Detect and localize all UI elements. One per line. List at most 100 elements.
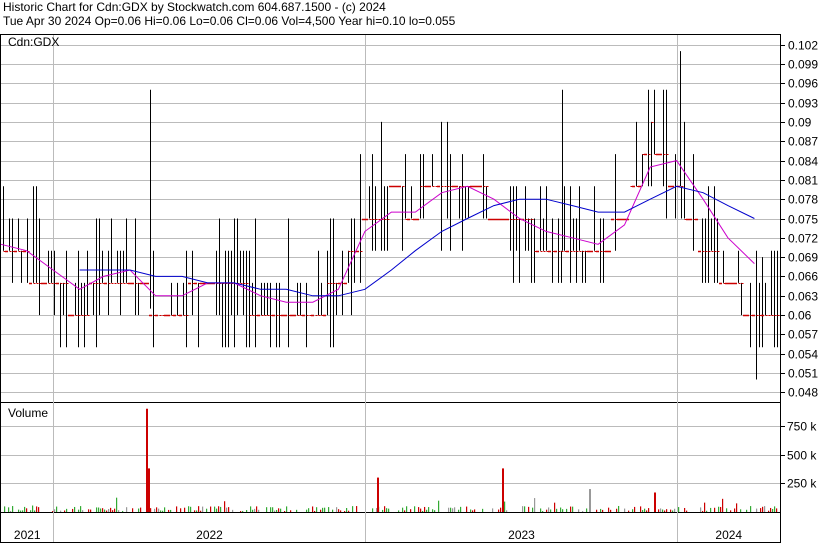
volume-bar <box>140 507 142 512</box>
volume-bar <box>710 507 712 512</box>
volume-bars <box>4 408 778 512</box>
volume-bar <box>106 510 108 512</box>
volume-bar <box>420 508 422 512</box>
volume-bar <box>220 506 222 512</box>
price-tick-label: 0.054 <box>788 348 818 362</box>
volume-bar-notable <box>589 489 591 512</box>
volume-bar <box>180 508 182 512</box>
volume-bar <box>632 509 634 512</box>
volume-bar-notable <box>502 468 504 512</box>
volume-bar <box>88 509 90 512</box>
volume-bar <box>194 510 196 512</box>
volume-bar <box>714 507 716 512</box>
volume-bar <box>96 507 98 512</box>
volume-bar <box>198 506 200 512</box>
volume-bar <box>608 507 610 512</box>
volume-bar <box>532 507 534 512</box>
volume-tick-label: 250 k <box>787 477 817 491</box>
volume-panel-label: Volume <box>8 406 48 420</box>
volume-bar <box>548 507 550 512</box>
price-tick-label: 0.051 <box>788 367 818 381</box>
volume-bar <box>104 509 106 512</box>
volume-bar <box>80 506 82 512</box>
volume-bar <box>352 506 354 512</box>
volume-bar <box>662 509 664 512</box>
volume-bar <box>256 506 258 512</box>
volume-bar <box>34 510 36 512</box>
price-tick-label: 0.09 <box>788 116 812 130</box>
volume-bar <box>32 505 34 512</box>
volume-bar <box>506 510 508 512</box>
volume-bar <box>646 510 648 512</box>
chart-svg: 0.102 0.099 0.096 0.093 0.09 0.087 0.084 0.081 0… <box>0 34 818 543</box>
volume-bar <box>286 506 288 512</box>
volume-bar <box>340 510 342 512</box>
volume-bar <box>684 507 686 512</box>
volume-bar <box>150 508 152 512</box>
volume-bar <box>492 508 494 512</box>
volume-bar <box>582 511 584 512</box>
price-tick-label: 0.087 <box>788 135 818 149</box>
volume-bar <box>700 507 702 512</box>
volume-bar <box>572 506 574 512</box>
volume-bar <box>542 511 544 512</box>
volume-bar <box>90 509 92 512</box>
volume-bar <box>660 508 662 512</box>
price-tick-label: 0.048 <box>788 386 818 400</box>
volume-bar <box>642 510 644 512</box>
volume-bar <box>522 506 524 512</box>
volume-bar <box>466 506 468 512</box>
volume-bar <box>296 509 298 512</box>
volume-bar <box>30 510 32 512</box>
volume-bar <box>628 510 630 512</box>
volume-bar <box>54 509 56 512</box>
price-tick-label: 0.075 <box>788 213 818 227</box>
volume-bar <box>284 511 286 512</box>
volume-bar <box>406 506 408 512</box>
volume-bar <box>664 510 666 512</box>
volume-bar <box>704 502 706 512</box>
volume-bar <box>24 506 26 512</box>
volume-bar <box>762 506 764 512</box>
volume-bar <box>156 507 158 512</box>
volume-bar <box>82 510 84 512</box>
volume-bar <box>100 508 102 512</box>
volume-bar <box>78 509 80 512</box>
volume-bar <box>196 510 198 512</box>
volume-tick-label: 500 k <box>787 449 817 463</box>
volume-bar <box>200 510 202 512</box>
volume-bar <box>550 509 552 512</box>
volume-bar <box>402 507 404 512</box>
volume-bar <box>454 507 456 512</box>
price-tick-label: 0.06 <box>788 309 812 323</box>
volume-bar <box>586 508 588 512</box>
volume-bar <box>672 510 674 512</box>
volume-bar <box>114 508 116 512</box>
volume-bar <box>162 510 164 512</box>
volume-bar <box>404 510 406 512</box>
volume-bar <box>768 510 770 512</box>
volume-bar <box>118 510 120 512</box>
volume-bar <box>504 501 506 512</box>
volume-bar <box>624 508 626 512</box>
volume-bar <box>176 506 178 512</box>
volume-bar <box>108 508 110 512</box>
volume-bar <box>18 509 20 512</box>
volume-bar <box>320 509 322 512</box>
volume-bar <box>280 508 282 512</box>
volume-bar <box>158 508 160 512</box>
volume-bar <box>670 509 672 512</box>
volume-bar <box>596 509 598 512</box>
volume-bar <box>74 506 76 512</box>
volume-bar <box>38 507 40 512</box>
volume-bar <box>702 510 704 512</box>
volume-bar <box>398 510 400 512</box>
volume-bar <box>382 509 384 512</box>
volume-bar <box>424 506 426 512</box>
volume-bar <box>312 506 314 512</box>
volume-bar <box>322 507 324 512</box>
moving-averages <box>0 160 755 303</box>
volume-bar <box>418 507 420 512</box>
volume-bar <box>10 511 12 512</box>
volume-bar <box>126 507 128 512</box>
